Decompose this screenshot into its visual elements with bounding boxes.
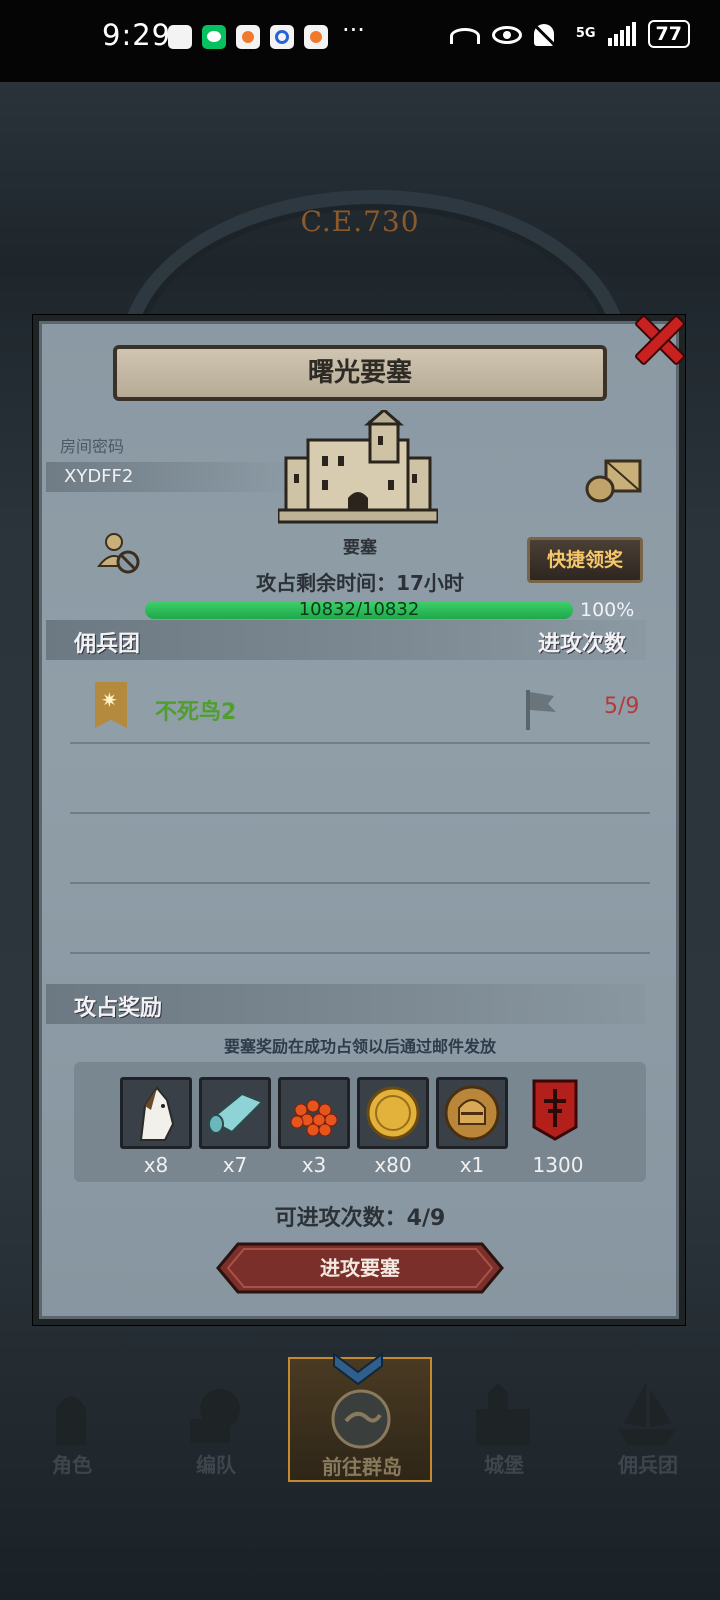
nav-item-character[interactable]: 角色 (0, 1357, 144, 1482)
close-button[interactable] (626, 305, 690, 369)
formation-icon (190, 1389, 240, 1443)
gold-coin-icon[interactable] (357, 1077, 429, 1149)
nav-item-formation[interactable]: 编队 (144, 1357, 288, 1482)
attack-count-header: 进攻次数 (538, 632, 627, 657)
nav-label: 城堡 (484, 1453, 524, 1477)
battery-icon: 77 (647, 20, 690, 48)
remaining-attacks: 可进攻次数：4/9 (274, 1206, 446, 1231)
nav-item-castle[interactable]: 城堡 (432, 1357, 576, 1482)
reward-note: 要塞奖励在成功占领以后通过邮件发放 (223, 1037, 496, 1056)
row-divider (70, 742, 650, 744)
horse-icon[interactable] (120, 1077, 192, 1149)
reward-header: 攻占奖励 (74, 996, 163, 1021)
reward-count: x7 (222, 1153, 248, 1177)
browser-notification-icon (270, 25, 294, 49)
fortress-hp-text: 10832/10832 (298, 599, 420, 620)
ship-icon (618, 1383, 676, 1445)
fortress-hp-percent: 100% (580, 599, 635, 621)
reward-count: x80 (374, 1153, 412, 1177)
knight-icon (56, 1396, 86, 1445)
era-label: C.E.730 (300, 205, 420, 238)
reward-count: x8 (143, 1153, 169, 1177)
guild-name[interactable]: 不死鸟2 (155, 694, 236, 726)
time-remaining: 攻占剩余时间：17小时 (256, 571, 464, 595)
status-bar: 9:29 ··· 5G 77 (0, 0, 720, 82)
room-password-label: 房间密码 (60, 437, 125, 456)
more-notifications-icon: ··· (342, 16, 365, 44)
notification-icons (168, 25, 328, 49)
knight-helmet-coin-icon[interactable] (436, 1077, 508, 1149)
cloth-icon[interactable] (199, 1077, 271, 1149)
speed-gauge-icon (449, 20, 480, 48)
guild-attack-count: 5/9 (604, 694, 640, 719)
flag-icon (526, 690, 556, 730)
eye-icon (491, 20, 522, 48)
supply-bag-icon[interactable] (584, 455, 644, 503)
nav-label: 编队 (196, 1453, 236, 1477)
mercenary-header: 佣兵团 (74, 632, 141, 657)
nav-label: 佣兵团 (618, 1453, 678, 1477)
wechat-icon (202, 25, 226, 49)
red-banner-icon[interactable] (522, 1077, 594, 1149)
signal-icon (607, 22, 636, 46)
dialog-title: 曙光要塞 (113, 345, 607, 401)
room-code-value[interactable]: XYDFF2 (64, 466, 133, 487)
row-divider (70, 952, 650, 954)
nav-label: 角色 (52, 1453, 92, 1477)
nav-label: 前往群岛 (322, 1455, 402, 1479)
app-notification-icon (236, 25, 260, 49)
islands-icon (331, 1389, 391, 1449)
roe-icon[interactable] (278, 1077, 350, 1149)
network-type: 5G (575, 26, 596, 41)
fortress-castle-icon (278, 410, 438, 524)
mute-bell-icon (533, 20, 564, 48)
row-divider (70, 812, 650, 814)
reward-count: x3 (301, 1153, 327, 1177)
mail-app-icon (168, 25, 192, 49)
row-divider (70, 882, 650, 884)
chevron-down-icon (333, 1352, 383, 1386)
status-time: 9:29 (102, 18, 172, 52)
castle-icon (476, 1383, 530, 1445)
reward-count: x1 (459, 1153, 485, 1177)
reward-count: 1300 (532, 1153, 584, 1177)
app-notification-icon (304, 25, 328, 49)
attack-fortress-button[interactable]: 进攻要塞 (216, 1242, 504, 1294)
nav-item-mercenary[interactable]: 佣兵团 (576, 1357, 720, 1482)
system-icons: 5G 77 (449, 20, 690, 48)
